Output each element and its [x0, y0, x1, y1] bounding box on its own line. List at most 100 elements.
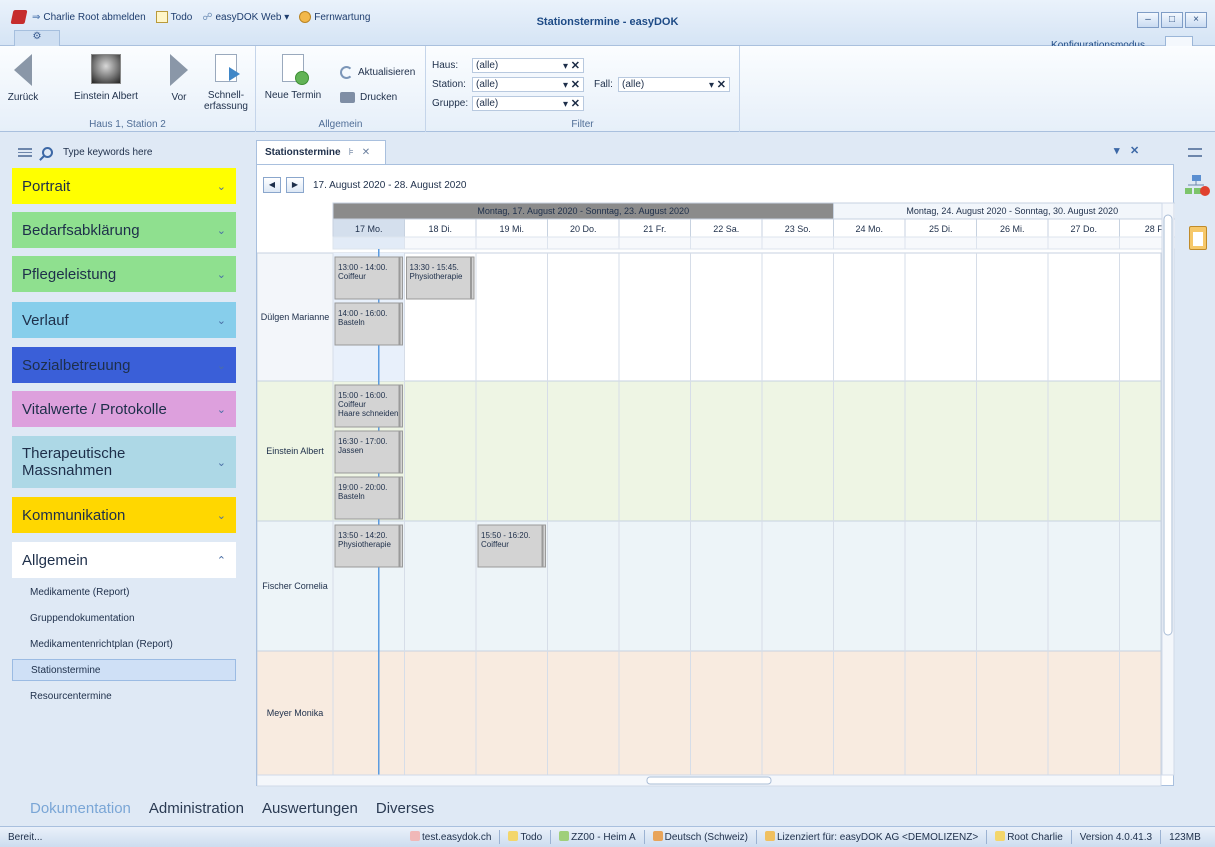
language-icon: [652, 831, 663, 841]
user-icon: [995, 831, 1006, 841]
day-label: 23 So.: [785, 224, 811, 234]
status-separator: [1160, 830, 1162, 844]
day-label: 26 Mi.: [1000, 224, 1025, 234]
close-tab-icon[interactable]: ✕: [362, 147, 370, 158]
refresh-icon: [340, 66, 353, 79]
date-range: 17. August 2020 - 28. August 2020: [313, 179, 467, 191]
back-button[interactable]: Zurück: [6, 54, 40, 103]
search-input[interactable]: Type keywords here: [63, 147, 153, 158]
chevron-down-icon[interactable]: ▾: [563, 61, 568, 72]
clear-icon[interactable]: ✕: [571, 79, 580, 91]
refresh-button[interactable]: Aktualisieren: [340, 66, 415, 79]
sidebar-category-4[interactable]: Sozialbetreuung ⌄: [12, 347, 236, 383]
clear-icon[interactable]: ✕: [571, 60, 580, 72]
maximize-button[interactable]: □: [1161, 12, 1183, 28]
home-icon: [559, 831, 570, 841]
panel-dropdown-icon[interactable]: ▾: [1114, 144, 1120, 157]
station-select[interactable]: (alle) ▾ ✕: [472, 77, 584, 92]
clipboard-icon[interactable]: [1189, 226, 1207, 250]
bottom-tab-3[interactable]: Diverses: [376, 800, 434, 817]
bottom-tab-1[interactable]: Administration: [149, 800, 244, 817]
chevron-down-icon[interactable]: ⌄: [217, 314, 226, 327]
clear-icon[interactable]: ✕: [717, 79, 726, 91]
close-button[interactable]: ×: [1185, 12, 1207, 28]
sidebar-category-8[interactable]: Allgemein ⌃: [12, 542, 236, 578]
resource-row: [332, 650, 1162, 776]
chevron-down-icon[interactable]: ⌄: [217, 268, 226, 281]
sidebar-subitem-3[interactable]: Stationstermine: [12, 659, 236, 681]
chevron-down-icon[interactable]: ⌄: [217, 224, 226, 237]
chevron-up-icon[interactable]: ⌃: [217, 554, 226, 567]
day-label: 17 Mo.: [355, 224, 383, 234]
resource-row: [332, 380, 1162, 522]
appointment-subtitle: Haare schneiden: [338, 409, 398, 418]
sidebar-category-2[interactable]: Pflegeleistung ⌄: [12, 256, 236, 292]
allday-cell: [833, 236, 906, 250]
chevron-down-icon[interactable]: ⌄: [217, 180, 226, 193]
chevron-down-icon[interactable]: ⌄: [217, 359, 226, 372]
allday-cell: [475, 236, 548, 250]
license-icon: [765, 831, 775, 841]
ribbon-group-label: Allgemein: [318, 119, 363, 130]
bottom-tabs: Dokumentation Administration Auswertungen D…: [30, 800, 434, 817]
next-period-button[interactable]: ▶: [286, 177, 304, 193]
menu-icon[interactable]: [18, 147, 32, 157]
chevron-down-icon[interactable]: ▾: [563, 99, 568, 110]
filter-group: Gruppe: (alle) ▾ ✕: [432, 96, 584, 111]
allday-cell: [690, 236, 763, 250]
sidebar-subitem-0[interactable]: Medikamente (Report): [12, 581, 236, 603]
sidebar-category-5[interactable]: Vitalwerte / Protokolle ⌄: [12, 391, 236, 427]
appointment-title: Coiffeur: [481, 540, 509, 549]
sidebar-subitem-4[interactable]: Resourcentermine: [12, 685, 236, 707]
todo-icon: [508, 831, 519, 841]
filter-house: Haus: (alle) ▾ ✕: [432, 58, 584, 73]
chevron-down-icon[interactable]: ▾: [563, 80, 568, 91]
resource-name: Fischer Cornelia: [262, 581, 328, 591]
forward-button[interactable]: Vor: [164, 54, 194, 103]
sidebar-subitem-2[interactable]: Medikamentenrichtplan (Report): [12, 633, 236, 655]
hierarchy-icon[interactable]: [1184, 174, 1210, 196]
resource-name: Meyer Monika: [267, 708, 324, 718]
appointment-edge: [398, 257, 401, 299]
bottom-tab-0[interactable]: Dokumentation: [30, 800, 131, 817]
sidebar-category-3[interactable]: Verlauf ⌄: [12, 302, 236, 338]
sidebar-search[interactable]: Type keywords here: [0, 138, 248, 166]
sidebar-category-0[interactable]: Portrait ⌄: [12, 168, 236, 204]
case-select[interactable]: (alle) ▾ ✕: [618, 77, 730, 92]
status-separator: [550, 830, 552, 844]
category-label: Allgemein: [22, 551, 88, 569]
right-toolstrip: [1180, 138, 1215, 788]
status-separator: [1070, 830, 1072, 844]
chevron-down-icon[interactable]: ⌄: [217, 456, 226, 469]
minimize-button[interactable]: –: [1137, 12, 1159, 28]
title-bar: ⇒ Charlie Root abmelden Todo ☍ easyDOK Web…: [0, 0, 1215, 51]
group-select[interactable]: (alle) ▾ ✕: [472, 96, 584, 111]
quick-entry-button[interactable]: Schnell- erfassung: [198, 54, 254, 112]
new-document-icon: [282, 54, 309, 85]
category-label: Sozialbetreuung: [22, 356, 131, 374]
panel-close-icon[interactable]: ✕: [1130, 144, 1139, 157]
print-button[interactable]: Drucken: [340, 92, 397, 103]
new-appointment-button[interactable]: Neue Termin: [262, 54, 324, 101]
sidebar-subitem-1[interactable]: Gruppendokumentation: [12, 607, 236, 629]
tab-stationstermine[interactable]: Stationstermine ⊧ ✕: [256, 140, 386, 164]
chevron-down-icon[interactable]: ▾: [709, 80, 714, 91]
ribbon-group-general: Neue Termin Aktualisieren Drucken Allgem…: [256, 46, 426, 132]
previous-period-button[interactable]: ◀: [263, 177, 281, 193]
patient-avatar: [91, 54, 121, 84]
clear-icon[interactable]: ✕: [571, 98, 580, 110]
sidebar-category-1[interactable]: Bedarfsabklärung ⌄: [12, 212, 236, 248]
menu-icon[interactable]: [1188, 148, 1202, 157]
pin-icon[interactable]: ⊧: [349, 147, 354, 158]
quick-entry-icon: [215, 54, 240, 82]
status-separator: [643, 830, 645, 844]
ribbon-tab-settings[interactable]: ⚙: [14, 30, 60, 46]
category-label: Kommunikation: [22, 506, 126, 524]
chevron-down-icon[interactable]: ⌄: [217, 403, 226, 416]
house-select[interactable]: (alle) ▾ ✕: [472, 58, 584, 73]
sidebar-category-6[interactable]: Therapeutische Massnahmen ⌄: [12, 436, 236, 488]
sidebar-category-7[interactable]: Kommunikation ⌄: [12, 497, 236, 533]
patient-button[interactable]: Einstein Albert: [66, 54, 146, 102]
bottom-tab-2[interactable]: Auswertungen: [262, 800, 358, 817]
chevron-down-icon[interactable]: ⌄: [217, 509, 226, 522]
